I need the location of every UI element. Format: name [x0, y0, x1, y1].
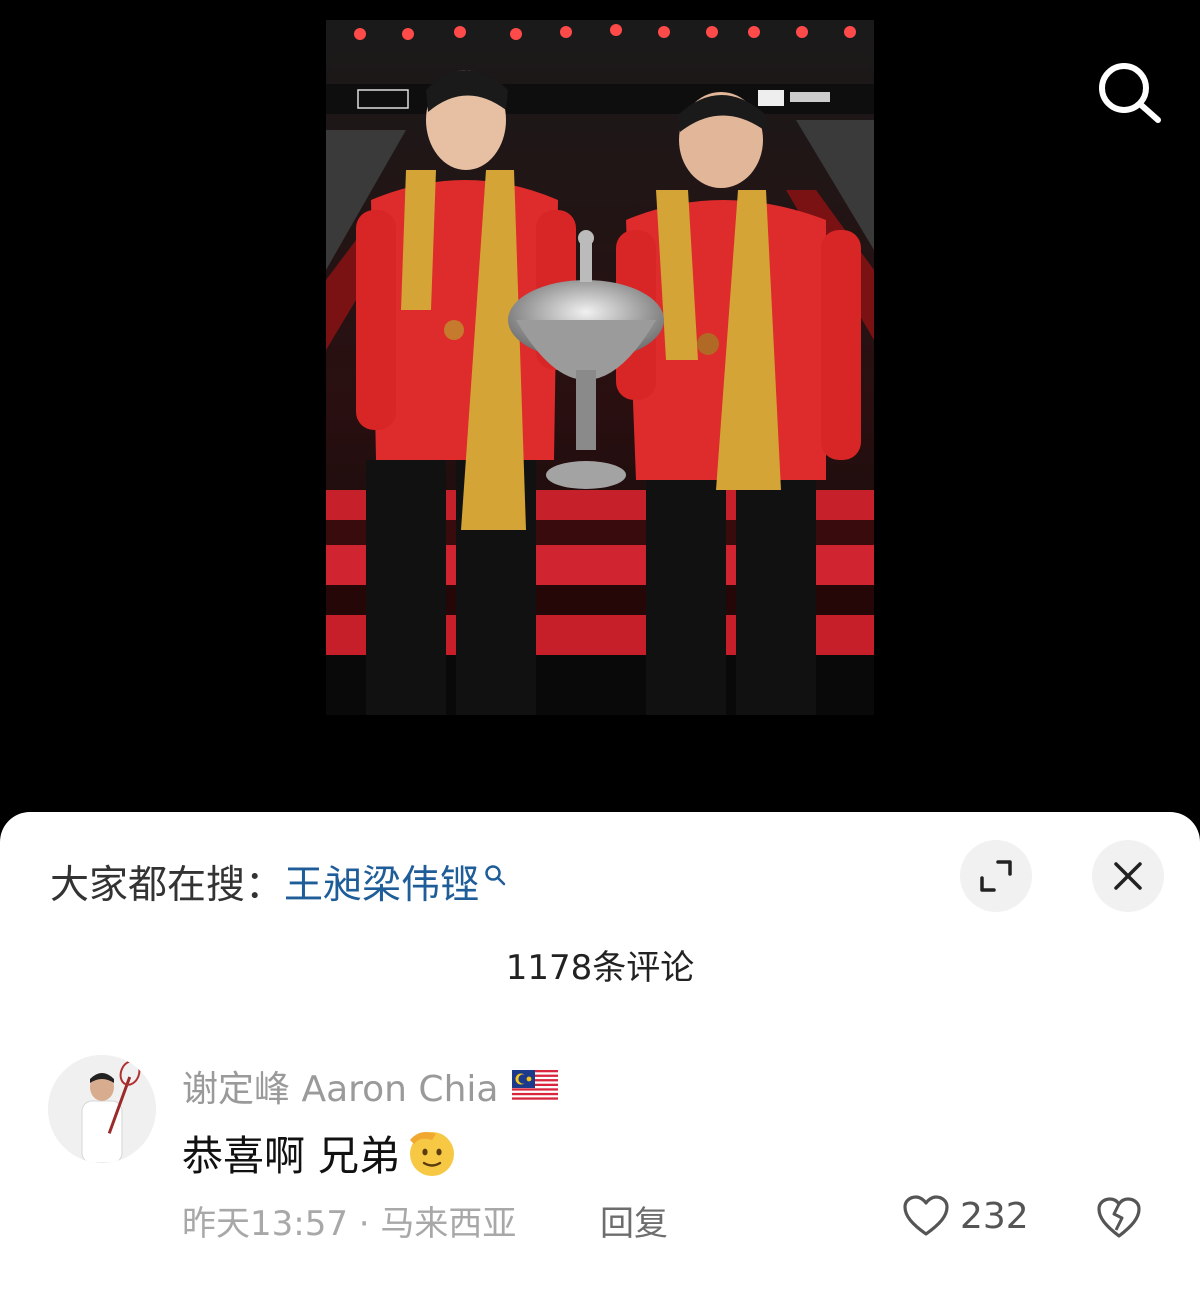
reply-button[interactable]: 回复: [600, 1196, 668, 1245]
search-icon: [1099, 63, 1161, 123]
suggest-term-link[interactable]: 王昶梁伟铿: [284, 854, 507, 910]
malaysia-flag-icon: [512, 1070, 559, 1102]
post-photo[interactable]: [326, 20, 874, 715]
avatar[interactable]: [48, 1055, 156, 1163]
comment-body: 恭喜啊 兄弟: [182, 1122, 458, 1182]
comment-count: 1178条评论: [505, 948, 695, 988]
comment-author[interactable]: 谢定峰 Aaron Chia: [182, 1060, 559, 1112]
expand-icon: [980, 860, 1012, 892]
expand-button[interactable]: [960, 840, 1032, 912]
close-icon: [1114, 862, 1142, 890]
suggest-prefix: 大家都在搜：: [50, 863, 285, 908]
dislike-button[interactable]: [1096, 1196, 1142, 1244]
heart-icon: [903, 1195, 949, 1236]
suggest-term-text: 王昶梁伟铿: [284, 863, 480, 908]
image-viewer: [0, 0, 1200, 840]
like-count: 232: [960, 1195, 1029, 1237]
comment-sheet: 大家都在搜： 王昶梁伟铿 1178条评论 谢定峰 Aaron Chia 恭喜啊 …: [0, 812, 1200, 1290]
comment-meta: 昨天13:57 · 马来西亚: [182, 1204, 517, 1244]
like-button[interactable]: 232: [902, 1194, 1029, 1238]
avatar-image: [48, 1055, 156, 1163]
mini-search-icon: [485, 865, 506, 886]
comment-text: 恭喜啊 兄弟: [182, 1132, 401, 1180]
author-name: 谢定峰 Aaron Chia: [182, 1069, 499, 1110]
broken-heart-icon: [1097, 1197, 1141, 1238]
search-suggestion: 大家都在搜： 王昶梁伟铿: [50, 852, 507, 912]
salute-emoji-icon: [410, 1132, 455, 1176]
close-button[interactable]: [1092, 840, 1164, 912]
search-button[interactable]: [1092, 56, 1168, 132]
